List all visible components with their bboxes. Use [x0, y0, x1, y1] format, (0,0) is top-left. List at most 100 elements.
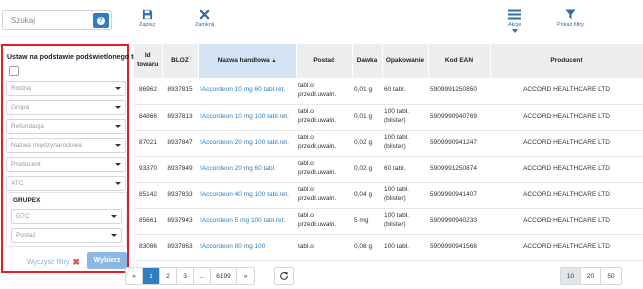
cell-pack: 100 tabl.	[382, 234, 428, 261]
page-button-1[interactable]: 1	[143, 268, 160, 284]
cell-name-link[interactable]: !Accordeon 20 mg 100 tabl.ret.	[198, 130, 296, 157]
filter-select-postac[interactable]: Postać	[11, 228, 122, 243]
grupex-section: GRUPEX GTC Postać	[6, 192, 127, 247]
save-label: Zapisz	[139, 22, 156, 28]
cell-form: tabl.o przedł.uwaln.	[296, 130, 352, 157]
actions-button[interactable]: Akcje	[508, 9, 521, 35]
column-header-name[interactable]: Nazwa handlowa ▲	[198, 44, 297, 78]
select-label: Nazwa międzynarodowa	[11, 142, 82, 149]
close-label: Zamknij	[195, 22, 215, 28]
select-label: GTC	[16, 213, 30, 220]
cell-name-link[interactable]: !Accordeon 20 mg 60 tabl.	[198, 156, 296, 183]
filter-select-refundacja[interactable]: Refundacja	[6, 119, 126, 134]
question-circle-icon: ?	[97, 16, 105, 25]
column-header-producer[interactable]: Producent	[490, 44, 643, 78]
sort-asc-icon: ▲	[271, 57, 277, 64]
cell-dose: 5 mg	[352, 208, 382, 235]
filter-select-rodzaj[interactable]: Rodzaj	[6, 81, 126, 96]
select-label: Refundacja	[11, 123, 44, 130]
column-header-ean[interactable]: Kod EAN	[428, 44, 491, 78]
column-header-dose[interactable]: Dawka	[352, 44, 383, 78]
grupex-title: GRUPEX	[13, 197, 41, 204]
cell-bloz: 8937943	[162, 208, 198, 235]
cell-dose: 0,02 g	[352, 156, 382, 183]
caret-down-icon	[115, 182, 121, 185]
table-row[interactable]: 86962 8937815 !Accordeon 10 mg 60 tabl.r…	[134, 78, 643, 105]
filter-select-international-name[interactable]: Nazwa międzynarodowa	[6, 138, 126, 153]
cell-ean: 5909990940233	[428, 208, 490, 235]
refresh-button[interactable]	[274, 267, 294, 285]
table-row[interactable]: 93370 8937849 !Accordeon 20 mg 60 tabl. …	[134, 156, 643, 183]
cell-producer: ACCORD HEALTHCARE LTD	[490, 156, 643, 183]
table-row[interactable]: 83086 8937863 !Accordeon 80 mg 100 tabl.…	[134, 234, 643, 261]
cell-name-link[interactable]: !Accordeon 40 mg 100 tabl.ret.	[198, 182, 296, 209]
cell-ean: 5909991250850	[428, 78, 490, 105]
page-size-20[interactable]: 20	[581, 268, 601, 284]
column-header-id[interactable]: Id towaru	[134, 44, 163, 78]
column-header-pack[interactable]: Opakowanie	[382, 44, 429, 78]
cell-id: 93370	[134, 156, 162, 183]
caret-down-icon	[111, 215, 117, 218]
page-size-50[interactable]: 50	[601, 268, 621, 284]
save-button[interactable]: Zapisz	[139, 9, 155, 28]
cell-id: 85661	[134, 208, 162, 235]
column-header-form[interactable]: Postać	[296, 44, 353, 78]
table-row[interactable]: 85142 8937833 !Accordeon 40 mg 100 tabl.…	[134, 182, 643, 209]
show-filters-label: Pokaż filtry	[557, 22, 584, 28]
page-ellipsis: ...	[194, 268, 211, 284]
help-button[interactable]: ?	[93, 13, 109, 28]
caret-down-icon	[115, 87, 121, 90]
cell-form: tabl.o przedł.uwaln.	[296, 208, 352, 235]
table-header-row: Id towaru BLOZ Nazwa handlowa ▲ Postać Da…	[134, 44, 643, 78]
page-button-last[interactable]: 6199	[211, 268, 237, 284]
cell-bloz: 8937847	[162, 130, 198, 157]
pagination: « 1 2 3 ... 6199 »	[125, 267, 255, 285]
cell-pack: 60 tabl.	[382, 156, 428, 183]
page-button-2[interactable]: 2	[160, 268, 177, 284]
filter-select-gtc[interactable]: GTC	[11, 209, 122, 224]
page-size-selector: 10 20 50	[560, 267, 622, 285]
cell-bloz: 8937833	[162, 182, 198, 209]
select-label: Rodzaj	[11, 85, 32, 92]
table-row[interactable]: 87021 8937847 !Accordeon 20 mg 100 tabl.…	[134, 130, 643, 157]
cell-id: 83086	[134, 234, 162, 261]
cell-dose: 0,01 g	[352, 78, 382, 105]
search-input[interactable]	[11, 15, 96, 25]
page-size-10[interactable]: 10	[561, 268, 581, 284]
cell-name-link[interactable]: !Accordeon 10 mg 60 tabl.ret.	[198, 78, 296, 105]
cell-id: 85142	[134, 182, 162, 209]
caret-down-icon	[115, 163, 121, 166]
next-page-button[interactable]: »	[237, 268, 254, 284]
cell-name-link[interactable]: !Accordeon 5 mg 100 tabl.ret.	[198, 208, 296, 235]
cell-producer: ACCORD HEALTHCARE LTD	[490, 182, 643, 209]
select-label: ATC	[11, 180, 24, 187]
cell-id: 87021	[134, 130, 162, 157]
prev-page-button[interactable]: «	[126, 268, 143, 284]
column-header-bloz[interactable]: BLOZ	[162, 44, 199, 78]
cell-pack: 100 tabl. (blister)	[382, 208, 428, 235]
close-button[interactable]: Zamknij	[195, 9, 214, 28]
clear-filters-button[interactable]: Wyczyść filtry ✖	[27, 257, 80, 268]
cell-form: tabl.o przedł.uwaln.	[296, 78, 352, 105]
cell-dose: 0,02 g	[352, 130, 382, 157]
cell-form: tabl.o przedł.uwaln.	[296, 104, 352, 131]
caret-down-icon	[111, 234, 117, 237]
cell-name-link[interactable]: !Accordeon 80 mg 100	[198, 234, 296, 261]
cell-producer: ACCORD HEALTHCARE LTD	[490, 130, 643, 157]
filter-title: Ustaw na podstawie podświetlonego towaru	[7, 54, 155, 61]
filter-select-grupa[interactable]: Grupa	[6, 100, 126, 115]
page-button-3[interactable]: 3	[177, 268, 194, 284]
show-filters-button[interactable]: Pokaż filtry	[557, 9, 584, 28]
choose-button[interactable]: Wybierz	[87, 252, 127, 269]
cell-producer: ACCORD HEALTHCARE LTD	[490, 78, 643, 105]
cell-dose: 0,01 g	[352, 104, 382, 131]
cell-ean: 5909990941568	[428, 234, 490, 261]
highlighted-item-checkbox[interactable]	[9, 66, 19, 76]
filter-select-atc[interactable]: ATC	[6, 176, 126, 191]
cell-ean: 5909991250874	[428, 156, 490, 183]
table-row[interactable]: 85661 8937943 !Accordeon 5 mg 100 tabl.r…	[134, 208, 643, 235]
table-row[interactable]: 84866 8937813 !Accordeon 10 mg 100 tabl.…	[134, 104, 643, 131]
filter-select-producent[interactable]: Producent	[6, 157, 126, 172]
cell-name-link[interactable]: !Accordeon 10 mg 100 tabl.ret.	[198, 104, 296, 131]
cell-producer: ACCORD HEALTHCARE LTD	[490, 234, 643, 261]
